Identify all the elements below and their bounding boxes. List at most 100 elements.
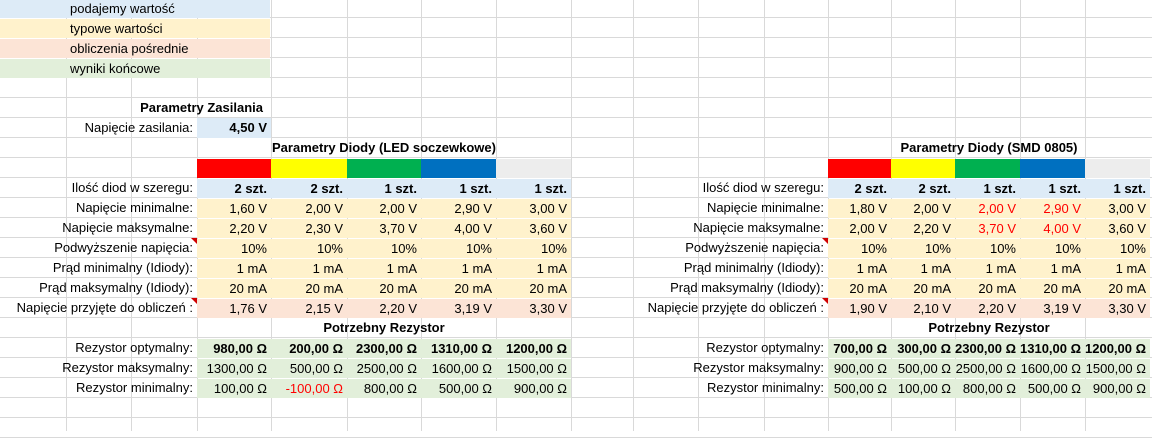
- value-imax[interactable]: 20 mA: [271, 279, 347, 298]
- value-imax[interactable]: 20 mA: [496, 279, 571, 298]
- comment-indicator-icon[interactable]: [821, 238, 828, 258]
- value-imin[interactable]: 1 mA: [891, 259, 955, 278]
- value-raise[interactable]: 10%: [271, 239, 347, 258]
- value-vmax[interactable]: 4,00 V: [421, 219, 496, 238]
- row-label-rmin: Rezystor minimalny:: [706, 380, 824, 395]
- spreadsheet-grid[interactable]: podajemy wartość typowe wartości obliczeni…: [0, 0, 1152, 438]
- value-ropt: 200,00 Ω: [271, 339, 347, 358]
- value-raise[interactable]: 10%: [347, 239, 421, 258]
- row-label-imax: Prąd maksymalny (Idiody):: [670, 280, 824, 295]
- comment-indicator-icon[interactable]: [190, 238, 197, 258]
- value-vmax[interactable]: 3,70 V: [955, 219, 1020, 238]
- row-label-rmin: Rezystor minimalny:: [75, 380, 193, 395]
- value-rmin: 100,00 Ω: [197, 379, 271, 398]
- value-imin[interactable]: 1 mA: [197, 259, 271, 278]
- value-vmin[interactable]: 2,00 V: [347, 199, 421, 218]
- value-imin[interactable]: 1 mA: [347, 259, 421, 278]
- value-rmax: 2500,00 Ω: [347, 359, 421, 378]
- value-vcalc: 2,15 V: [271, 299, 347, 318]
- value-rmin: 500,00 Ω: [828, 379, 891, 398]
- legend-label: podajemy wartość: [66, 0, 270, 18]
- row-label-vmax: Napięcie maksymalne:: [693, 220, 824, 235]
- legend-label: obliczenia pośrednie: [66, 39, 270, 58]
- value-ropt: 980,00 Ω: [197, 339, 271, 358]
- value-vmin[interactable]: 3,00 V: [496, 199, 571, 218]
- diode-color-swatch: [891, 159, 955, 178]
- value-imax[interactable]: 20 mA: [955, 279, 1020, 298]
- value-rmax: 900,00 Ω: [828, 359, 891, 378]
- value-raise[interactable]: 10%: [1085, 239, 1150, 258]
- row-label-rmax: Rezystor maksymalny:: [693, 360, 824, 375]
- value-count[interactable]: 2 szt.: [197, 179, 271, 198]
- value-count[interactable]: 2 szt.: [828, 179, 891, 198]
- value-vmax[interactable]: 2,30 V: [271, 219, 347, 238]
- value-rmin: 500,00 Ω: [1020, 379, 1085, 398]
- value-ropt: 1310,00 Ω: [421, 339, 496, 358]
- value-raise[interactable]: 10%: [828, 239, 891, 258]
- value-count[interactable]: 1 szt.: [496, 179, 571, 198]
- value-vmax[interactable]: 3,70 V: [347, 219, 421, 238]
- comment-indicator-icon[interactable]: [190, 298, 197, 318]
- value-vcalc: 3,30 V: [496, 299, 571, 318]
- row-label-vcalc: Napięcie przyjęte do obliczeń :: [16, 300, 193, 315]
- value-vcalc: 3,19 V: [1020, 299, 1085, 318]
- value-count[interactable]: 1 szt.: [421, 179, 496, 198]
- value-imin[interactable]: 1 mA: [955, 259, 1020, 278]
- value-raise[interactable]: 10%: [1020, 239, 1085, 258]
- value-vmin[interactable]: 3,00 V: [1085, 199, 1150, 218]
- value-imax[interactable]: 20 mA: [421, 279, 496, 298]
- value-vmin[interactable]: 2,00 V: [271, 199, 347, 218]
- value-ropt: 700,00 Ω: [828, 339, 891, 358]
- value-vcalc: 3,30 V: [1085, 299, 1150, 318]
- value-count[interactable]: 1 szt.: [1020, 179, 1085, 198]
- value-raise[interactable]: 10%: [496, 239, 571, 258]
- value-imax[interactable]: 20 mA: [828, 279, 891, 298]
- value-vmin[interactable]: 2,90 V: [421, 199, 496, 218]
- value-vmax[interactable]: 2,20 V: [197, 219, 271, 238]
- value-rmax: 1600,00 Ω: [1020, 359, 1085, 378]
- value-vmin[interactable]: 2,00 V: [955, 199, 1020, 218]
- supply-voltage-label: Napięcie zasilania:: [84, 120, 193, 135]
- value-imin[interactable]: 1 mA: [828, 259, 891, 278]
- value-vmin[interactable]: 2,90 V: [1020, 199, 1085, 218]
- diode-table-title: Parametry Diody (SMD 0805): [900, 140, 1078, 155]
- value-count[interactable]: 1 szt.: [1085, 179, 1150, 198]
- value-vmin[interactable]: 1,60 V: [197, 199, 271, 218]
- value-raise[interactable]: 10%: [197, 239, 271, 258]
- value-imax[interactable]: 20 mA: [1085, 279, 1150, 298]
- value-raise[interactable]: 10%: [891, 239, 955, 258]
- value-vcalc: 2,10 V: [891, 299, 955, 318]
- grid-line: [0, 417, 1152, 418]
- value-imin[interactable]: 1 mA: [1085, 259, 1150, 278]
- value-vmax[interactable]: 4,00 V: [1020, 219, 1085, 238]
- value-vmin[interactable]: 2,00 V: [891, 199, 955, 218]
- value-imax[interactable]: 20 mA: [891, 279, 955, 298]
- value-count[interactable]: 2 szt.: [271, 179, 347, 198]
- diode-color-swatch: [1085, 159, 1150, 178]
- value-vmin[interactable]: 1,80 V: [828, 199, 891, 218]
- value-imax[interactable]: 20 mA: [1020, 279, 1085, 298]
- comment-indicator-icon[interactable]: [821, 298, 828, 318]
- value-imax[interactable]: 20 mA: [347, 279, 421, 298]
- value-imin[interactable]: 1 mA: [1020, 259, 1085, 278]
- value-ropt: 1200,00 Ω: [496, 339, 571, 358]
- row-label-ropt: Rezystor optymalny:: [75, 340, 193, 355]
- supply-voltage-input[interactable]: 4,50 V: [197, 118, 271, 138]
- value-imin[interactable]: 1 mA: [496, 259, 571, 278]
- value-rmin: 800,00 Ω: [955, 379, 1020, 398]
- value-vmax[interactable]: 3,60 V: [1085, 219, 1150, 238]
- row-label-vmin: Napięcie minimalne:: [706, 200, 824, 215]
- value-count[interactable]: 1 szt.: [955, 179, 1020, 198]
- value-raise[interactable]: 10%: [955, 239, 1020, 258]
- value-raise[interactable]: 10%: [421, 239, 496, 258]
- value-imin[interactable]: 1 mA: [421, 259, 496, 278]
- value-vmax[interactable]: 2,20 V: [891, 219, 955, 238]
- row-label-raise: Podwyższenie napięcia:: [54, 240, 193, 255]
- value-vmax[interactable]: 3,60 V: [496, 219, 571, 238]
- value-vmax[interactable]: 2,00 V: [828, 219, 891, 238]
- value-imin[interactable]: 1 mA: [271, 259, 347, 278]
- value-imax[interactable]: 20 mA: [197, 279, 271, 298]
- value-rmin: 900,00 Ω: [496, 379, 571, 398]
- value-count[interactable]: 1 szt.: [347, 179, 421, 198]
- value-count[interactable]: 2 szt.: [891, 179, 955, 198]
